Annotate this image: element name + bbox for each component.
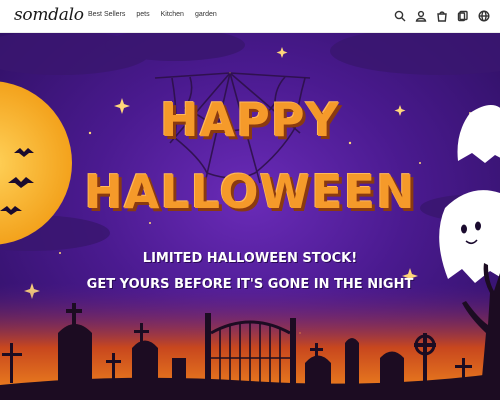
hero-title-happy: HAPPY — [160, 93, 340, 147]
halloween-hero-banner[interactable]: HAPPY HALLOWEEN LIMITED HALLOWEEN STOCK!… — [0, 33, 500, 400]
nav-best-sellers[interactable]: Best Sellers — [88, 11, 125, 18]
nav-kitchen[interactable]: Kitchen — [161, 11, 184, 18]
hero-title-halloween: HALLOWEEN — [84, 165, 416, 219]
language-icon[interactable] — [478, 9, 490, 22]
header-icons — [394, 9, 490, 22]
nav-garden[interactable]: garden — [195, 11, 217, 18]
hero-subtitle-line2: GET YOURS BEFORE IT'S GONE IN THE NIGHT — [86, 277, 414, 292]
search-icon[interactable] — [394, 9, 406, 22]
hero-subtitle-line1: LIMITED HALLOWEEN STOCK! — [142, 251, 358, 266]
main-nav: Best Sellers pets Kitchen garden — [88, 11, 217, 18]
site-header: somdalo Best Sellers pets Kitchen garden — [0, 0, 500, 33]
orders-icon[interactable] — [457, 9, 469, 22]
account-icon[interactable] — [415, 9, 427, 22]
nav-pets[interactable]: pets — [136, 11, 149, 18]
site-logo[interactable]: somdalo — [14, 5, 84, 25]
cart-icon[interactable] — [436, 9, 448, 22]
